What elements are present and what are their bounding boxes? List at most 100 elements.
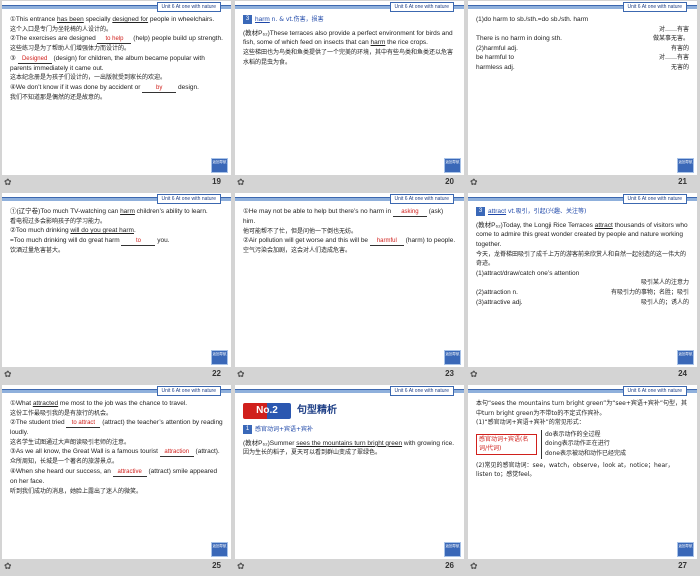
underlined-phrase: attracted	[32, 400, 59, 407]
back-nav-button[interactable]: 返回导航	[677, 542, 694, 557]
slide-thumbnail[interactable]: Unit 6 At one with nature ①(辽宁卷)Too much …	[0, 192, 233, 384]
back-nav-button[interactable]: 返回导航	[211, 158, 228, 173]
slide-thumbnail[interactable]: Unit 6 At one with nature ①He may not be …	[233, 192, 466, 384]
text-line: 空气污染会加剧，这会对人们造成危害。	[243, 247, 352, 255]
slide-footer: ✿ 24	[466, 368, 699, 382]
vocab-word: attract	[488, 208, 507, 216]
unit-tag: Unit 6 At one with nature	[622, 194, 687, 204]
slide-body: ①(辽宁卷)Too much TV-watching can harm chil…	[10, 207, 223, 255]
slide-footer: ✿ 25	[0, 560, 233, 574]
slide-thumbnail[interactable]: Unit 6 At one with nature (1)do harm to s…	[466, 0, 699, 192]
phrase: (2)attraction n.	[476, 288, 518, 296]
slide-footer: ✿ 22	[0, 368, 233, 382]
slide-grid: Unit 6 At one with nature ①This entrance …	[0, 0, 700, 576]
number-icon: 3	[476, 207, 485, 216]
back-nav-button[interactable]: 返回导航	[444, 350, 461, 365]
unit-tag: Unit 6 At one with nature	[156, 2, 221, 12]
vocab-word: harm	[255, 16, 270, 24]
slide-thumbnail[interactable]: Unit 6 At one with nature ①What attracted…	[0, 384, 233, 576]
slide-footer: ✿ 26	[233, 560, 466, 574]
meaning: 有吸引力的事物；名胜；吸引	[610, 288, 689, 296]
text-line: ④When she heard our success, an attracti…	[10, 467, 218, 485]
text-line: ②Too much drinking will do you great har…	[10, 227, 136, 235]
slide-header-bar: Unit 6 At one with nature	[235, 1, 464, 12]
meaning: 对……有害	[658, 54, 689, 62]
underlined-phrase: designed for	[112, 16, 149, 23]
meaning: 无害的	[670, 63, 689, 71]
pattern-box: 感官动词+宾语(名词/代词)	[476, 433, 537, 455]
slide-thumbnail[interactable]: Unit 6 At one with nature 3 attract vt.吸引，…	[466, 192, 699, 384]
answer-blank: to	[121, 238, 156, 246]
slide-star-icon[interactable]: ✿	[237, 561, 245, 572]
text-line: ②The exercises are designed to help (hel…	[10, 35, 223, 45]
back-nav-button[interactable]: 返回导航	[444, 158, 461, 173]
slide-star-icon[interactable]: ✿	[470, 369, 478, 380]
text-line: 这份工作最吸引我的是有旅行的机会。	[10, 409, 113, 417]
sub-title: 感官动词+宾语+宾补	[255, 426, 314, 434]
slide-header-bar: Unit 6 At one with nature	[235, 193, 464, 204]
slide-header-bar: Unit 6 At one with nature	[235, 385, 464, 396]
slide-thumbnail[interactable]: Unit 6 At one with nature No.2 句型精析 1 感官动词+宾…	[233, 384, 466, 576]
answer-blank: to attract	[66, 420, 101, 429]
slide-body: No.2 句型精析 1 感官动词+宾语+宾补 (教材P₆₂)Summer sees th…	[243, 399, 456, 458]
answer-blank: attractive	[112, 469, 147, 477]
slide-thumbnail[interactable]: Unit 6 At one with nature ①This entrance …	[0, 0, 233, 192]
answer-blank: Designed	[17, 56, 52, 64]
text-line: ②The student tried to attract (attract) …	[10, 419, 223, 437]
answer-blank: attraction	[159, 449, 194, 458]
unit-tag: Unit 6 At one with nature	[389, 194, 454, 204]
unit-tag: Unit 6 At one with nature	[389, 386, 454, 396]
slide-star-icon[interactable]: ✿	[4, 177, 12, 188]
slide-star-icon[interactable]: ✿	[470, 177, 478, 188]
slide-number: 23	[445, 369, 454, 378]
phrase: There is no harm in doing sth.	[476, 35, 562, 43]
slide-star-icon[interactable]: ✿	[4, 369, 12, 380]
underlined-phrase: sees the mountains turn bright green	[296, 439, 403, 447]
slide-star-icon[interactable]: ✿	[4, 561, 12, 572]
text-line: ①(辽宁卷)Too much TV-watching can harm chil…	[10, 208, 208, 215]
number-icon: 3	[243, 15, 252, 24]
slide-thumbnail[interactable]: Unit 6 At one with nature 本句“sees the mou…	[466, 384, 699, 576]
phrase-line: (1)attract/draw/catch one’s attention	[476, 269, 580, 277]
slide-header-bar: Unit 6 At one with nature	[468, 193, 697, 204]
unit-tag: Unit 6 At one with nature	[622, 386, 687, 396]
text-line: 这些练习是为了帮助人们增强体力而设计的。	[10, 45, 131, 53]
slide-thumbnail[interactable]: Unit 6 At one with nature 3 harm n. & vt.伤…	[233, 0, 466, 192]
text-line: ①He may not be able to help but there’s …	[243, 208, 444, 225]
slide-header-bar: Unit 6 At one with nature	[468, 1, 697, 12]
number-icon: 1	[243, 425, 252, 434]
phrase-row: (2)harmful adj. 有害的	[476, 44, 689, 54]
slide-page: Unit 6 At one with nature 3 attract vt.吸引，…	[468, 193, 697, 367]
meaning: 吸引人的；诱人的	[640, 298, 689, 306]
slide-footer: ✿ 23	[233, 368, 466, 382]
slide-header-bar: Unit 6 At one with nature	[2, 385, 231, 396]
back-nav-button[interactable]: 返回导航	[444, 542, 461, 557]
verbs-list: (2)常见的感官动词：see，watch，observe，look at，not…	[476, 461, 674, 479]
back-nav-button[interactable]: 返回导航	[211, 542, 228, 557]
slide-body: ①What attracted me most to the job was t…	[10, 399, 223, 496]
pattern-option: doing表示动作正在进行	[545, 440, 610, 448]
back-nav-button[interactable]: 返回导航	[677, 158, 694, 173]
underlined-phrase: harm	[120, 208, 135, 215]
section-heading: No.2 句型精析	[243, 403, 456, 419]
slide-number: 22	[212, 369, 221, 378]
phrase-row: be harmful to 对……有害	[476, 53, 689, 63]
translation: 因为生长的稻子，夏天可以看到群山变成了翠绿色。	[243, 449, 382, 457]
slide-body: ①This entrance has been specially design…	[10, 15, 223, 103]
back-nav-button[interactable]: 返回导航	[677, 350, 694, 365]
underlined-phrase: has been	[57, 16, 84, 23]
underlined-phrase: harm	[370, 39, 386, 47]
slide-star-icon[interactable]: ✿	[237, 177, 245, 188]
text-line: 我们不知道那是偶然的还是故意的。	[10, 93, 107, 101]
phrase-row: (3)attractive adj. 吸引人的；诱人的	[476, 298, 689, 308]
slide-footer: ✿ 21	[466, 176, 699, 190]
text-line: 听到我们成功的消息，她脸上露出了迷人的微笑。	[10, 487, 143, 495]
back-nav-button[interactable]: 返回导航	[211, 350, 228, 365]
slide-star-icon[interactable]: ✿	[470, 561, 478, 572]
vocab-pos: vt.吸引，引起(兴趣、关注等)	[507, 208, 587, 216]
slide-number: 19	[212, 177, 221, 186]
slide-star-icon[interactable]: ✿	[237, 369, 245, 380]
pattern-title: (1)“感官动词+宾语+宾补”的常见形式：	[476, 419, 585, 427]
unit-tag: Unit 6 At one with nature	[622, 2, 687, 12]
phrase: (3)attractive adj.	[476, 298, 523, 306]
